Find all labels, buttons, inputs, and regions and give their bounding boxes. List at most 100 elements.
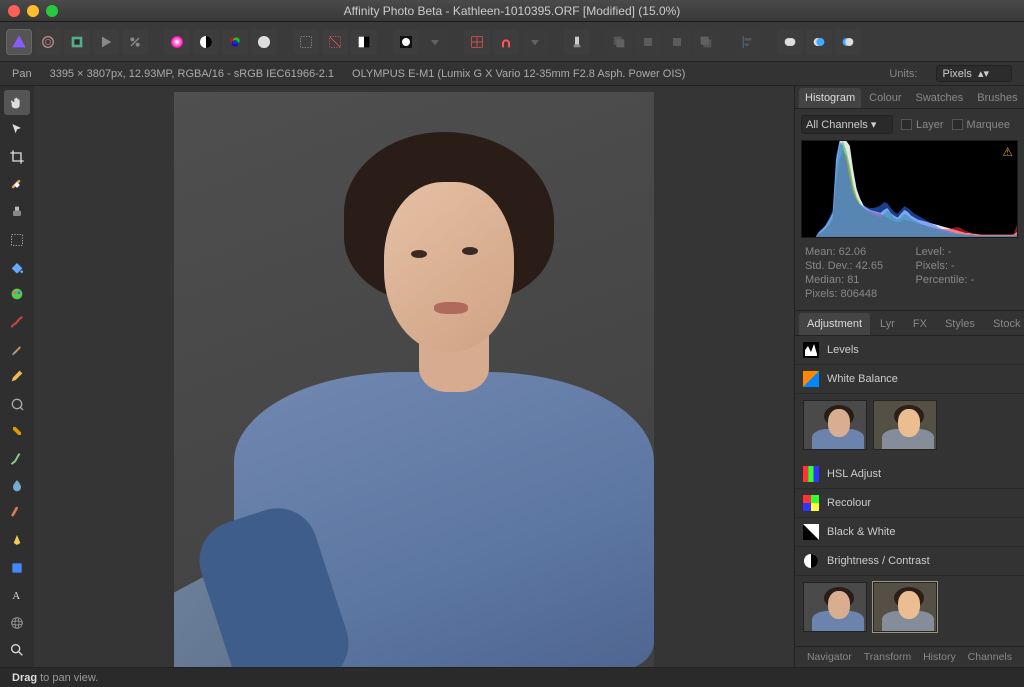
histogram-channel-select[interactable]: All Channels ▾ — [801, 115, 893, 134]
align-left-button[interactable] — [735, 29, 761, 55]
canvas-area[interactable] — [34, 86, 794, 667]
adjustment-recolour[interactable]: Recolour — [795, 489, 1024, 518]
tab-channels[interactable]: Channels — [968, 651, 1012, 663]
tab-transform[interactable]: Transform — [864, 651, 911, 663]
recolour-icon — [803, 495, 819, 511]
adjustment-label: Recolour — [827, 497, 871, 509]
soft-proof-button[interactable] — [251, 29, 277, 55]
text-tool[interactable]: A — [4, 583, 30, 608]
dodge-tool[interactable] — [4, 419, 30, 444]
no-selection-button[interactable] — [322, 29, 348, 55]
paintbrush-tool[interactable] — [4, 336, 30, 361]
arrange-backward-button[interactable] — [635, 29, 661, 55]
bool-subtract-button[interactable] — [806, 29, 832, 55]
title-bar: Affinity Photo Beta - Kathleen-1010395.O… — [0, 0, 1024, 22]
snap-button[interactable] — [493, 29, 519, 55]
tab-navigator[interactable]: Navigator — [807, 651, 852, 663]
arrange-forward-button[interactable] — [664, 29, 690, 55]
mid-panel-tabs: Adjustment Lyr FX Styles Stock — [795, 310, 1024, 336]
zoom-tool[interactable] — [4, 638, 30, 663]
top-toolbar — [0, 22, 1024, 62]
smudge-tool[interactable] — [4, 391, 30, 416]
marquee-checkbox[interactable]: Marquee — [952, 119, 1010, 131]
rgb-wheel-button[interactable] — [222, 29, 248, 55]
hand-tool[interactable] — [4, 90, 30, 115]
preset-thumb[interactable] — [803, 400, 867, 450]
pencil-tool[interactable] — [4, 364, 30, 389]
tab-fx[interactable]: FX — [905, 313, 935, 335]
tab-brushes[interactable]: Brushes — [971, 88, 1023, 108]
adjustment-label: White Balance — [827, 373, 898, 385]
tab-stock[interactable]: Stock — [985, 313, 1024, 335]
active-tool-label: Pan — [12, 68, 32, 80]
status-bar: Drag to pan view. — [0, 667, 1024, 687]
develop-persona-button[interactable] — [64, 29, 90, 55]
tab-layers[interactable]: Lyr — [872, 313, 903, 335]
quick-mask-button[interactable] — [351, 29, 377, 55]
preset-thumb[interactable] — [803, 582, 867, 632]
contrast-button[interactable] — [193, 29, 219, 55]
mesh-tool[interactable] — [4, 610, 30, 635]
tab-swatches[interactable]: Swatches — [910, 88, 970, 108]
levels-icon — [803, 342, 819, 358]
liquify-persona-button[interactable] — [35, 29, 61, 55]
adjustment-levels[interactable]: Levels — [795, 336, 1024, 365]
tone-persona-button[interactable] — [93, 29, 119, 55]
crop-tool[interactable] — [4, 145, 30, 170]
adjustment-wb[interactable]: White Balance — [795, 365, 1024, 394]
layer-mask-dropdown[interactable] — [422, 29, 448, 55]
flood-tool[interactable] — [4, 254, 30, 279]
clone-tool[interactable] — [4, 200, 30, 225]
photo-persona-button[interactable] — [6, 29, 32, 55]
sponge-tool[interactable] — [4, 473, 30, 498]
window-close-button[interactable] — [8, 5, 20, 17]
stat-mean: Mean: 62.06 — [805, 246, 904, 258]
arrange-back-button[interactable] — [606, 29, 632, 55]
tab-adjustment[interactable]: Adjustment — [799, 313, 870, 335]
healing-tool[interactable] — [4, 172, 30, 197]
right-panels: Histogram Colour Swatches Brushes All Ch… — [794, 86, 1024, 667]
move-tool[interactable] — [4, 117, 30, 142]
bool-intersect-button[interactable] — [835, 29, 861, 55]
color-wheel-button[interactable] — [164, 29, 190, 55]
adjustment-hsl[interactable]: HSL Adjust — [795, 460, 1024, 489]
gradient-tool[interactable] — [4, 501, 30, 526]
svg-text:A: A — [12, 591, 20, 602]
layer-checkbox[interactable]: Layer — [901, 119, 944, 131]
preset-row — [795, 394, 1024, 460]
stat-pixels: Pixels: 806448 — [805, 288, 904, 300]
tab-colour[interactable]: Colour — [863, 88, 907, 108]
bc-icon — [803, 553, 819, 569]
stat-level: Level: - — [916, 246, 1015, 258]
arrange-front-button[interactable] — [693, 29, 719, 55]
rectangle-tool[interactable] — [4, 555, 30, 580]
blur-tool[interactable] — [4, 446, 30, 471]
camera-lens-info: OLYMPUS E-M1 (Lumix G X Vario 12-35mm F2… — [352, 68, 685, 80]
histogram-display[interactable]: ⚠ — [801, 140, 1018, 238]
stat-median: Median: 81 — [805, 274, 904, 286]
export-persona-button[interactable] — [122, 29, 148, 55]
paint-mixer-tool[interactable] — [4, 282, 30, 307]
grid-toggle-button[interactable] — [464, 29, 490, 55]
layer-mask-button[interactable] — [393, 29, 419, 55]
brush-tool[interactable] — [4, 309, 30, 334]
window-minimize-button[interactable] — [27, 5, 39, 17]
adjustment-bw[interactable]: Black & White — [795, 518, 1024, 547]
pen-tool[interactable] — [4, 528, 30, 553]
persona-group — [6, 29, 148, 55]
tab-styles[interactable]: Styles — [937, 313, 983, 335]
snap-dropdown[interactable] — [522, 29, 548, 55]
assistant-button[interactable] — [564, 29, 590, 55]
units-select[interactable]: Pixels ▴▾ — [936, 65, 1013, 82]
selection-tool[interactable] — [4, 227, 30, 252]
bool-add-button[interactable] — [777, 29, 803, 55]
photo-document[interactable] — [174, 92, 654, 667]
preset-thumb[interactable] — [873, 400, 937, 450]
tab-histogram[interactable]: Histogram — [799, 88, 861, 108]
tab-history[interactable]: History — [923, 651, 956, 663]
adjustment-bc[interactable]: Brightness / Contrast — [795, 547, 1024, 576]
preset-thumb[interactable] — [873, 582, 937, 632]
adjustment-label: Levels — [827, 344, 859, 356]
window-maximize-button[interactable] — [46, 5, 58, 17]
marquee-toggle-button[interactable] — [293, 29, 319, 55]
